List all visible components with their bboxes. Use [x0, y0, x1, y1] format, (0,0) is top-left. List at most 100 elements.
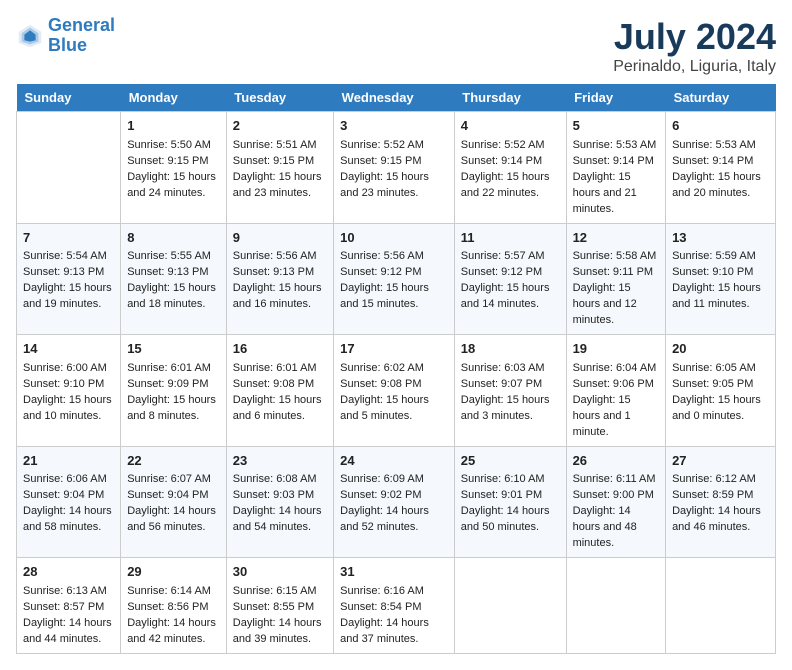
calendar-cell: 21Sunrise: 6:06 AMSunset: 9:04 PMDayligh… [17, 446, 121, 558]
calendar-cell: 29 Sunrise: 6:14 AMSunset: 8:56 PMDayligh… [121, 558, 227, 654]
day-number: 18 [461, 340, 560, 359]
day-info: Sunrise: 6:02 AMSunset: 9:08 PMDaylight:… [340, 362, 429, 422]
calendar-cell: 9 Sunrise: 5:56 AMSunset: 9:13 PMDaylight… [226, 223, 333, 335]
calendar-cell: 4Sunrise: 5:52 AMSunset: 9:14 PMDaylight… [454, 112, 566, 224]
day-info: Sunrise: 5:54 AMSunset: 9:13 PMDaylight:… [23, 250, 112, 310]
calendar-cell: 25 Sunrise: 6:10 AMSunset: 9:01 PMDayligh… [454, 446, 566, 558]
day-info: Sunrise: 5:52 AMSunset: 9:15 PMDaylight:… [340, 139, 429, 199]
calendar-cell: 24Sunrise: 6:09 AMSunset: 9:02 PMDayligh… [334, 446, 455, 558]
page-header: General Blue July 2024 Perinaldo, Liguri… [16, 16, 776, 76]
day-info: Sunrise: 6:15 AMSunset: 8:55 PMDaylight:… [233, 585, 322, 645]
day-info: Sunrise: 6:13 AMSunset: 8:57 PMDaylight:… [23, 585, 112, 645]
day-number: 20 [672, 340, 769, 359]
day-info: Sunrise: 6:11 AMSunset: 9:00 PMDaylight:… [573, 473, 656, 549]
day-number: 27 [672, 452, 769, 471]
subtitle: Perinaldo, Liguria, Italy [613, 58, 776, 76]
column-header-monday: Monday [121, 84, 227, 112]
day-number: 17 [340, 340, 448, 359]
day-info: Sunrise: 6:00 AMSunset: 9:10 PMDaylight:… [23, 362, 112, 422]
day-info: Sunrise: 6:01 AMSunset: 9:08 PMDaylight:… [233, 362, 322, 422]
calendar-week-row: 21Sunrise: 6:06 AMSunset: 9:04 PMDayligh… [17, 446, 776, 558]
calendar-cell: 1 Sunrise: 5:50 AMSunset: 9:15 PMDaylight… [121, 112, 227, 224]
calendar-cell: 31 Sunrise: 6:16 AMSunset: 8:54 PMDayligh… [334, 558, 455, 654]
day-number: 28 [23, 563, 114, 582]
day-info: Sunrise: 6:07 AMSunset: 9:04 PMDaylight:… [127, 473, 216, 533]
day-number: 9 [233, 229, 327, 248]
day-number: 26 [573, 452, 659, 471]
day-number: 11 [461, 229, 560, 248]
calendar-table: SundayMondayTuesdayWednesdayThursdayFrid… [16, 84, 776, 654]
day-info: Sunrise: 6:04 AMSunset: 9:06 PMDaylight:… [573, 362, 657, 438]
column-header-tuesday: Tuesday [226, 84, 333, 112]
calendar-cell: 5 Sunrise: 5:53 AMSunset: 9:14 PMDaylight… [566, 112, 665, 224]
day-number: 21 [23, 452, 114, 471]
calendar-cell: 22 Sunrise: 6:07 AMSunset: 9:04 PMDayligh… [121, 446, 227, 558]
day-number: 1 [127, 117, 220, 136]
logo-icon [16, 22, 44, 50]
day-info: Sunrise: 5:53 AMSunset: 9:14 PMDaylight:… [573, 139, 657, 215]
calendar-cell: 2 Sunrise: 5:51 AMSunset: 9:15 PMDaylight… [226, 112, 333, 224]
day-number: 31 [340, 563, 448, 582]
column-header-wednesday: Wednesday [334, 84, 455, 112]
day-number: 15 [127, 340, 220, 359]
title-block: July 2024 Perinaldo, Liguria, Italy [613, 16, 776, 76]
day-info: Sunrise: 6:08 AMSunset: 9:03 PMDaylight:… [233, 473, 322, 533]
day-number: 30 [233, 563, 327, 582]
day-info: Sunrise: 5:56 AMSunset: 9:13 PMDaylight:… [233, 250, 322, 310]
logo-line2: Blue [48, 35, 87, 55]
day-number: 22 [127, 452, 220, 471]
day-number: 6 [672, 117, 769, 136]
day-number: 13 [672, 229, 769, 248]
calendar-cell: 20Sunrise: 6:05 AMSunset: 9:05 PMDayligh… [666, 335, 776, 447]
calendar-cell: 8Sunrise: 5:55 AMSunset: 9:13 PMDaylight… [121, 223, 227, 335]
logo-text: General Blue [48, 16, 115, 56]
column-header-saturday: Saturday [666, 84, 776, 112]
calendar-cell [454, 558, 566, 654]
day-info: Sunrise: 5:51 AMSunset: 9:15 PMDaylight:… [233, 139, 322, 199]
day-number: 29 [127, 563, 220, 582]
day-number: 16 [233, 340, 327, 359]
calendar-cell: 26 Sunrise: 6:11 AMSunset: 9:00 PMDayligh… [566, 446, 665, 558]
day-info: Sunrise: 6:14 AMSunset: 8:56 PMDaylight:… [127, 585, 216, 645]
calendar-cell: 11 Sunrise: 5:57 AMSunset: 9:12 PMDayligh… [454, 223, 566, 335]
calendar-cell: 12Sunrise: 5:58 AMSunset: 9:11 PMDayligh… [566, 223, 665, 335]
day-info: Sunrise: 5:58 AMSunset: 9:11 PMDaylight:… [573, 250, 657, 326]
day-number: 4 [461, 117, 560, 136]
calendar-cell: 15 Sunrise: 6:01 AMSunset: 9:09 PMDayligh… [121, 335, 227, 447]
day-number: 5 [573, 117, 659, 136]
day-info: Sunrise: 6:01 AMSunset: 9:09 PMDaylight:… [127, 362, 216, 422]
column-header-friday: Friday [566, 84, 665, 112]
calendar-cell: 30 Sunrise: 6:15 AMSunset: 8:55 PMDayligh… [226, 558, 333, 654]
calendar-cell: 7 Sunrise: 5:54 AMSunset: 9:13 PMDaylight… [17, 223, 121, 335]
day-number: 2 [233, 117, 327, 136]
calendar-cell: 27 Sunrise: 6:12 AMSunset: 8:59 PMDayligh… [666, 446, 776, 558]
day-info: Sunrise: 6:16 AMSunset: 8:54 PMDaylight:… [340, 585, 429, 645]
day-info: Sunrise: 5:59 AMSunset: 9:10 PMDaylight:… [672, 250, 761, 310]
day-number: 8 [127, 229, 220, 248]
calendar-week-row: 14 Sunrise: 6:00 AMSunset: 9:10 PMDayligh… [17, 335, 776, 447]
day-number: 3 [340, 117, 448, 136]
day-number: 14 [23, 340, 114, 359]
day-number: 7 [23, 229, 114, 248]
logo-line1: General [48, 15, 115, 35]
calendar-cell: 28 Sunrise: 6:13 AMSunset: 8:57 PMDayligh… [17, 558, 121, 654]
day-number: 10 [340, 229, 448, 248]
calendar-cell [666, 558, 776, 654]
calendar-week-row: 28 Sunrise: 6:13 AMSunset: 8:57 PMDayligh… [17, 558, 776, 654]
calendar-cell: 14 Sunrise: 6:00 AMSunset: 9:10 PMDayligh… [17, 335, 121, 447]
calendar-cell: 13 Sunrise: 5:59 AMSunset: 9:10 PMDayligh… [666, 223, 776, 335]
day-number: 25 [461, 452, 560, 471]
day-info: Sunrise: 6:09 AMSunset: 9:02 PMDaylight:… [340, 473, 429, 533]
day-info: Sunrise: 5:57 AMSunset: 9:12 PMDaylight:… [461, 250, 550, 310]
calendar-week-row: 1 Sunrise: 5:50 AMSunset: 9:15 PMDaylight… [17, 112, 776, 224]
day-info: Sunrise: 6:10 AMSunset: 9:01 PMDaylight:… [461, 473, 550, 533]
calendar-cell: 19 Sunrise: 6:04 AMSunset: 9:06 PMDayligh… [566, 335, 665, 447]
calendar-cell: 3 Sunrise: 5:52 AMSunset: 9:15 PMDaylight… [334, 112, 455, 224]
header-row: SundayMondayTuesdayWednesdayThursdayFrid… [17, 84, 776, 112]
day-info: Sunrise: 5:56 AMSunset: 9:12 PMDaylight:… [340, 250, 429, 310]
day-info: Sunrise: 6:12 AMSunset: 8:59 PMDaylight:… [672, 473, 761, 533]
day-info: Sunrise: 5:50 AMSunset: 9:15 PMDaylight:… [127, 139, 216, 199]
day-number: 23 [233, 452, 327, 471]
calendar-cell: 23 Sunrise: 6:08 AMSunset: 9:03 PMDayligh… [226, 446, 333, 558]
day-number: 19 [573, 340, 659, 359]
